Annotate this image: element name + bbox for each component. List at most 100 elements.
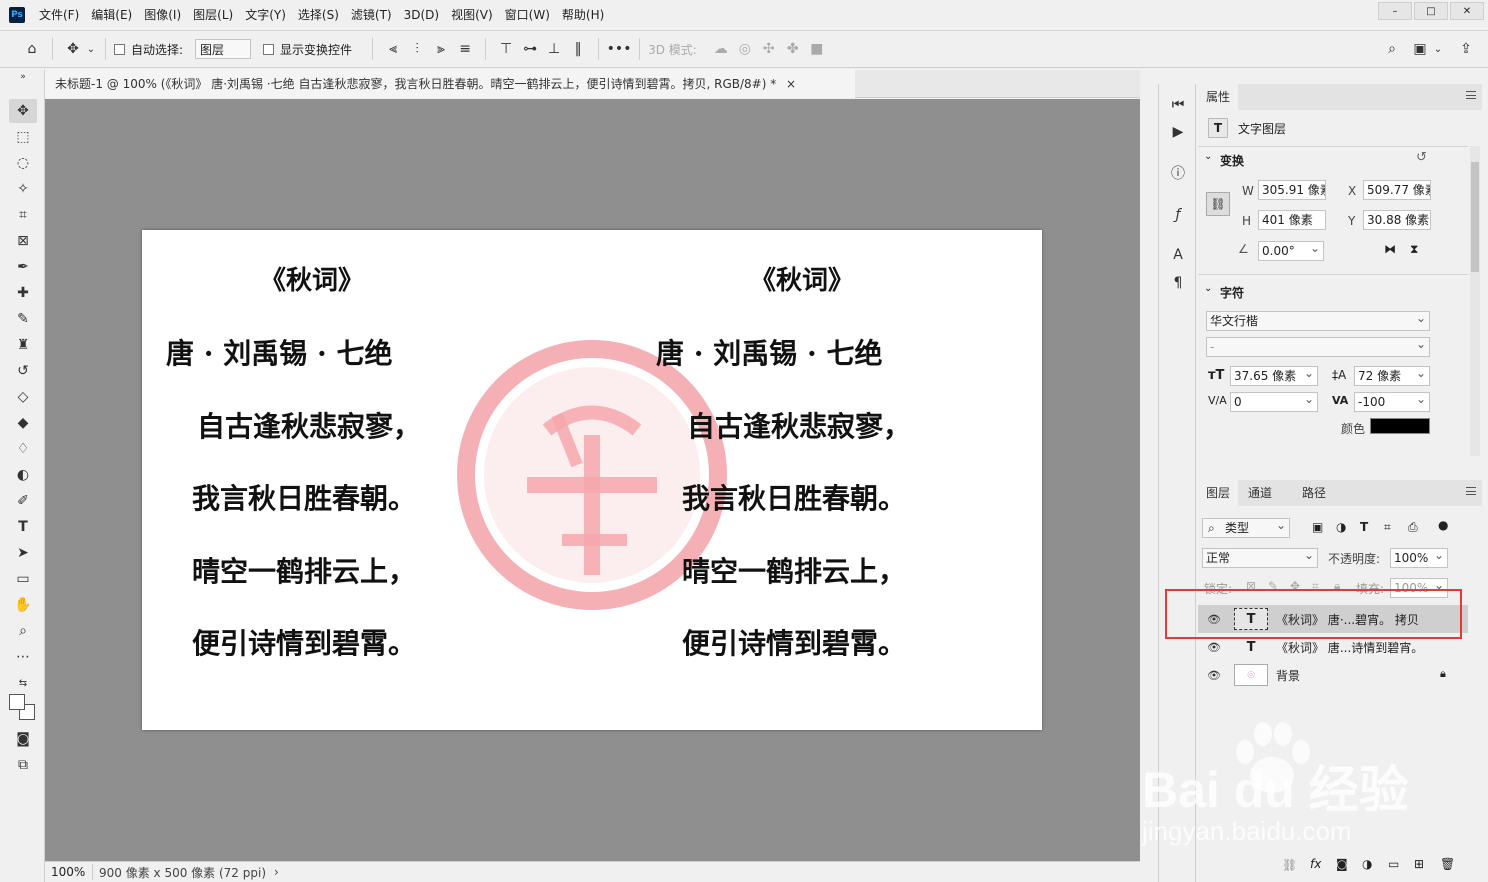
auto-select-checkbox[interactable] bbox=[114, 43, 125, 55]
adjustment-layer-icon[interactable]: ◑ bbox=[1362, 857, 1372, 871]
collapse-arrows-icon[interactable]: » bbox=[9, 72, 37, 82]
properties-scrollbar-thumb[interactable] bbox=[1471, 162, 1479, 272]
menu-file[interactable]: 文件(F) bbox=[33, 0, 85, 30]
hand-tool-icon[interactable]: ✋ bbox=[9, 593, 37, 617]
distribute-vertical-icon[interactable]: ‖ bbox=[566, 37, 590, 61]
eyedropper-tool-icon[interactable]: ✒ bbox=[9, 255, 37, 279]
menu-layer[interactable]: 图层(L) bbox=[187, 0, 239, 30]
swap-colors-icon[interactable]: ⇆ bbox=[9, 671, 37, 695]
add-mask-icon[interactable]: ◙ bbox=[1336, 857, 1348, 871]
document-tab-close-icon[interactable]: × bbox=[786, 77, 796, 91]
share-icon[interactable]: ⇪ bbox=[1454, 37, 1478, 61]
blend-mode-dropdown[interactable]: 正常 bbox=[1202, 548, 1318, 568]
paint-bucket-tool-icon[interactable]: ◆ bbox=[9, 411, 37, 435]
panel-menu-icon[interactable] bbox=[1466, 487, 1476, 495]
align-left-icon[interactable]: ⫷ bbox=[381, 37, 405, 61]
paragraph-panel-icon[interactable]: ¶ bbox=[1167, 272, 1189, 294]
filter-shape-icon[interactable]: ⌗ bbox=[1384, 520, 1391, 535]
align-middle-icon[interactable]: ⊶ bbox=[518, 37, 542, 61]
document-canvas[interactable]: 《秋词》 唐 · 刘禹锡 · 七绝 自古逢秋悲寂寥， 我言秋日胜春朝。 晴空一鹤… bbox=[142, 230, 1042, 730]
visibility-eye-icon[interactable]: 👁︎ bbox=[1204, 641, 1224, 654]
link-dimensions-icon[interactable]: ⛓ bbox=[1206, 192, 1230, 216]
new-layer-icon[interactable]: ⊞ bbox=[1414, 857, 1424, 871]
filter-smart-object-icon[interactable]: ⎙ bbox=[1408, 520, 1418, 535]
type-tool-icon[interactable]: T bbox=[9, 515, 37, 539]
menu-image[interactable]: 图像(I) bbox=[138, 0, 187, 30]
leading-field[interactable]: 72 像素 bbox=[1354, 366, 1430, 386]
rectangle-tool-icon[interactable]: ▭ bbox=[9, 567, 37, 591]
tracking-field[interactable]: -100 bbox=[1354, 392, 1430, 412]
angle-field[interactable]: 0.00° bbox=[1258, 241, 1324, 261]
tab-layers[interactable]: 图层 bbox=[1198, 480, 1239, 506]
kerning-field[interactable]: 0 bbox=[1230, 392, 1318, 412]
distribute-icon[interactable]: ≡ bbox=[453, 37, 477, 61]
flip-horizontal-icon[interactable]: ⧓ bbox=[1384, 242, 1396, 256]
new-group-icon[interactable]: ▭ bbox=[1388, 857, 1399, 871]
eraser-tool-icon[interactable]: ◇ bbox=[9, 385, 37, 409]
workspace-icon[interactable]: ▣ bbox=[1408, 37, 1432, 61]
panel-menu-icon[interactable] bbox=[1466, 91, 1476, 99]
chevron-down-icon[interactable]: ⌄ bbox=[1204, 283, 1212, 294]
menu-3d[interactable]: 3D(D) bbox=[398, 0, 445, 30]
frame-tool-icon[interactable]: ⊠ bbox=[9, 229, 37, 253]
auto-select-dropdown[interactable]: 图层 bbox=[195, 39, 252, 59]
move-tool-icon[interactable]: ✥ bbox=[9, 99, 37, 123]
text-color-swatch[interactable] bbox=[1370, 418, 1430, 434]
height-field[interactable]: 401 像素 bbox=[1258, 210, 1326, 230]
screen-mode-icon[interactable]: ⧉ bbox=[9, 753, 37, 777]
chevron-down-icon[interactable]: ⌄ bbox=[1204, 151, 1212, 162]
brush-tool-icon[interactable]: ✎ bbox=[9, 307, 37, 331]
edit-toolbar-icon[interactable]: ⋯ bbox=[9, 645, 37, 669]
align-bottom-icon[interactable]: ⊥ bbox=[542, 37, 566, 61]
align-top-icon[interactable]: ⊤ bbox=[494, 37, 518, 61]
layer-style-icon[interactable]: fx bbox=[1310, 857, 1321, 871]
align-center-icon[interactable]: ⫶ bbox=[405, 37, 429, 61]
filter-toggle-icon[interactable]: ● bbox=[1438, 518, 1448, 532]
width-field[interactable]: 305.91 像素 bbox=[1258, 180, 1326, 200]
font-size-field[interactable]: 37.65 像素 bbox=[1230, 366, 1318, 386]
zoom-level-field[interactable]: 100% bbox=[45, 864, 93, 880]
maximize-button[interactable]: □ bbox=[1414, 2, 1448, 20]
layer-filter-dropdown[interactable]: ⌕ 类型 bbox=[1202, 518, 1290, 538]
delete-layer-icon[interactable]: 🗑︎ bbox=[1440, 857, 1455, 871]
filter-pixel-icon[interactable]: ▣ bbox=[1312, 520, 1323, 534]
crop-tool-icon[interactable]: ⌗ bbox=[9, 203, 37, 227]
menu-help[interactable]: 帮助(H) bbox=[556, 0, 610, 30]
chevron-down-icon[interactable]: ⌄ bbox=[85, 37, 97, 61]
status-menu-arrow-icon[interactable]: › bbox=[274, 865, 279, 879]
align-right-icon[interactable]: ⫸ bbox=[429, 37, 453, 61]
dodge-tool-icon[interactable]: ◐ bbox=[9, 463, 37, 487]
minimize-button[interactable]: – bbox=[1378, 2, 1412, 20]
close-window-button[interactable]: ✕ bbox=[1450, 2, 1484, 20]
font-style-dropdown[interactable]: - bbox=[1206, 337, 1430, 357]
tab-paths[interactable]: 路径 bbox=[1294, 480, 1335, 506]
opacity-field[interactable]: 100% bbox=[1390, 548, 1448, 568]
marquee-tool-icon[interactable]: ⬚ bbox=[9, 125, 37, 149]
menu-select[interactable]: 选择(S) bbox=[292, 0, 345, 30]
move-tool-icon[interactable]: ✥ bbox=[61, 37, 85, 61]
document-tab[interactable]: 未标题-1 @ 100% (《秋词》 唐·刘禹锡 ·七绝 自古逢秋悲寂寥，我言秋… bbox=[45, 70, 855, 98]
character-panel-icon[interactable]: A bbox=[1167, 244, 1189, 266]
menu-window[interactable]: 窗口(W) bbox=[499, 0, 556, 30]
menu-type[interactable]: 文字(Y) bbox=[239, 0, 292, 30]
reset-transform-icon[interactable]: ↺ bbox=[1416, 150, 1427, 165]
filter-type-icon[interactable]: T bbox=[1360, 520, 1368, 534]
link-layers-icon[interactable]: ⛓ bbox=[1282, 858, 1297, 872]
search-icon[interactable]: ⌕ bbox=[1380, 37, 1404, 61]
zoom-tool-icon[interactable]: ⌕ bbox=[9, 619, 37, 643]
x-field[interactable]: 509.77 像素 bbox=[1363, 180, 1431, 200]
actions-panel-icon[interactable]: ▶ bbox=[1167, 121, 1189, 143]
lasso-tool-icon[interactable]: ◌ bbox=[9, 151, 37, 175]
flip-vertical-icon[interactable]: ⧗ bbox=[1410, 242, 1418, 257]
pen-tool-icon[interactable]: ✐ bbox=[9, 489, 37, 513]
path-selection-tool-icon[interactable]: ➤ bbox=[9, 541, 37, 565]
magic-wand-tool-icon[interactable]: ✧ bbox=[9, 177, 37, 201]
history-panel-icon[interactable]: ⏮ bbox=[1167, 94, 1189, 116]
more-options-button[interactable]: ••• bbox=[607, 37, 632, 61]
canvas-area[interactable]: 《秋词》 唐 · 刘禹锡 · 七绝 自古逢秋悲寂寥， 我言秋日胜春朝。 晴空一鹤… bbox=[45, 99, 1140, 861]
visibility-eye-icon[interactable]: 👁︎ bbox=[1204, 669, 1224, 682]
show-transform-checkbox[interactable] bbox=[263, 43, 275, 55]
menu-filter[interactable]: 滤镜(T) bbox=[345, 0, 398, 30]
y-field[interactable]: 30.88 像素 bbox=[1363, 210, 1431, 230]
styles-panel-icon[interactable]: ƒ bbox=[1167, 204, 1189, 226]
